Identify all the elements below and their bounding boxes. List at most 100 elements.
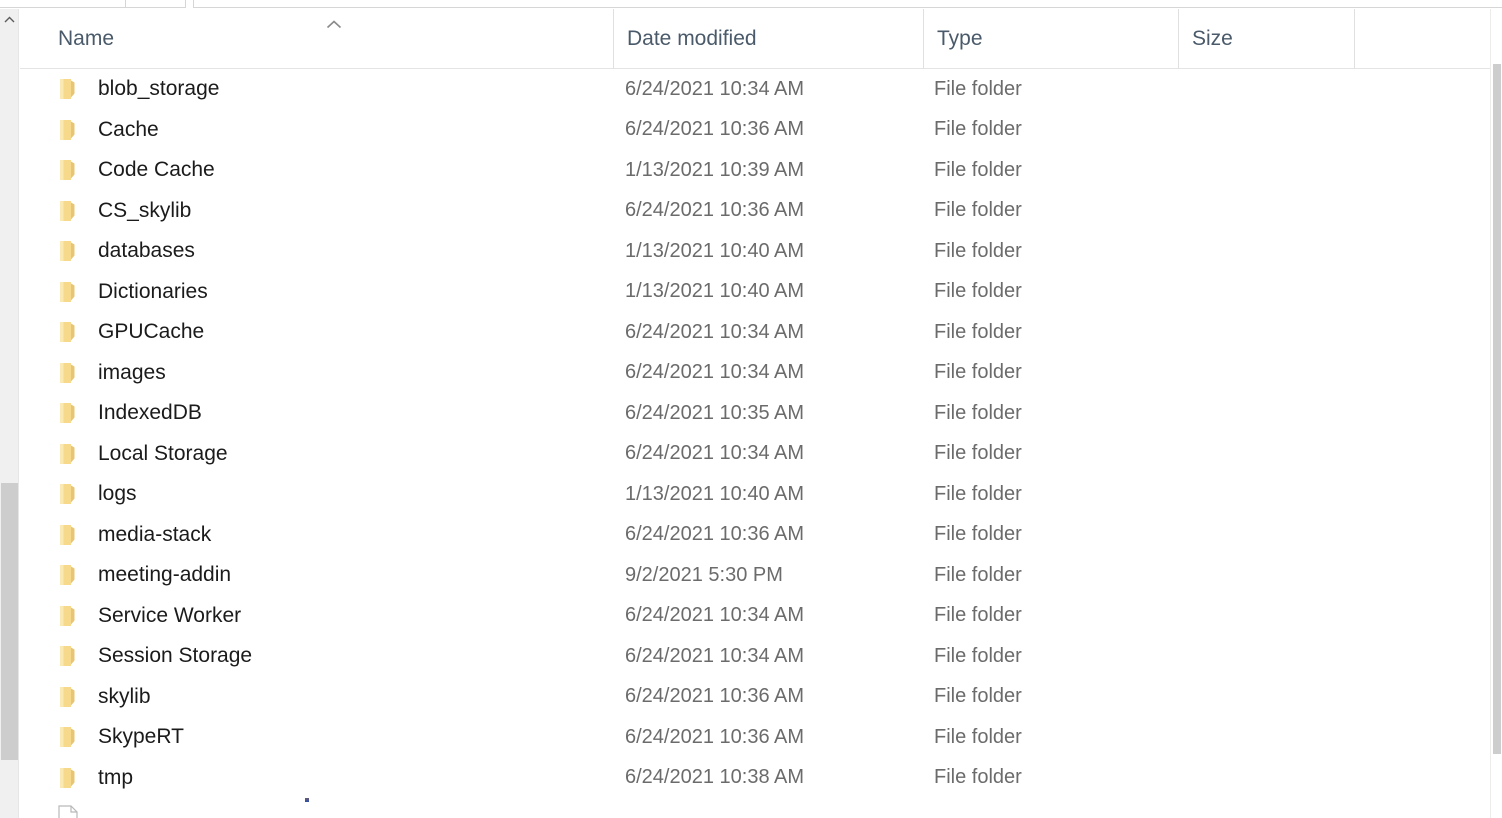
- file-name-cell[interactable]: SkypeRT: [58, 717, 618, 758]
- file-name-label: Local Storage: [98, 441, 228, 465]
- type-label: File folder: [934, 563, 1022, 586]
- folder-icon: [58, 766, 80, 790]
- table-row[interactable]: meeting-addin 9/2/2021 5:30 PM File folder: [20, 555, 1490, 596]
- type-label: File folder: [934, 199, 1022, 222]
- type-label: File folder: [934, 401, 1022, 424]
- file-name-cell[interactable]: Cache: [58, 110, 618, 151]
- table-row[interactable]: blob_storage 6/24/2021 10:34 AM File folde…: [20, 69, 1490, 110]
- table-row[interactable]: media-stack 6/24/2021 10:36 AM File folder: [20, 515, 1490, 556]
- file-name-cell[interactable]: meeting-addin: [58, 555, 618, 596]
- file-name-cell[interactable]: tmp: [58, 758, 618, 799]
- date-modified-label: 6/24/2021 10:34 AM: [625, 77, 805, 100]
- column-header-type[interactable]: Type: [923, 9, 1175, 69]
- file-name-cell[interactable]: Local Storage: [58, 434, 618, 475]
- date-modified-label: 6/24/2021 10:34 AM: [625, 320, 805, 343]
- folder-icon: [58, 118, 80, 142]
- file-name-label: blob_storage: [98, 77, 220, 101]
- date-modified-cell: 6/24/2021 10:36 AM: [625, 110, 925, 151]
- file-name-label: logs: [98, 482, 137, 506]
- column-header-date-modified[interactable]: Date modified: [613, 9, 920, 69]
- toolbar-segment-2[interactable]: [125, 0, 186, 8]
- column-header-name-label: Name: [58, 27, 115, 50]
- folder-icon: [58, 482, 80, 506]
- file-name-label: Service Worker: [98, 603, 242, 627]
- date-modified-cell: 6/24/2021 10:34 AM: [625, 596, 925, 637]
- date-modified-cell: 6/24/2021 10:38 AM: [625, 758, 925, 799]
- date-modified-label: 6/24/2021 10:36 AM: [625, 685, 805, 708]
- size-cell: [1190, 353, 1350, 394]
- file-name-cell[interactable]: images: [58, 353, 618, 394]
- file-name-label: CS_skylib: [98, 198, 192, 222]
- date-modified-cell: 6/24/2021 10:36 AM: [625, 515, 925, 556]
- date-modified-cell: 6/24/2021 10:34 AM: [625, 69, 925, 110]
- date-modified-cell: 1/13/2021 10:40 AM: [625, 231, 925, 272]
- size-cell: [1190, 312, 1350, 353]
- column-header-size-label: Size: [1192, 27, 1233, 50]
- table-row[interactable]: logs 1/13/2021 10:40 AM File folder: [20, 474, 1490, 515]
- column-header-size[interactable]: Size: [1178, 9, 1350, 69]
- file-name-cell[interactable]: Code Cache: [58, 150, 618, 191]
- file-name-cell[interactable]: databases: [58, 231, 618, 272]
- date-modified-cell: 6/24/2021 10:36 AM: [625, 677, 925, 718]
- file-name-cell[interactable]: blob_storage: [58, 69, 618, 110]
- table-row[interactable]: images 6/24/2021 10:34 AM File folder: [20, 353, 1490, 394]
- navigation-pane-scrollbar-thumb[interactable]: [1, 483, 18, 760]
- date-modified-label: 6/24/2021 10:36 AM: [625, 199, 805, 222]
- table-row[interactable]: CS_skylib 6/24/2021 10:36 AM File folder: [20, 191, 1490, 232]
- folder-icon: [58, 77, 80, 101]
- file-name-label: media-stack: [98, 522, 212, 546]
- navigation-pane-scrollbar[interactable]: [0, 9, 19, 818]
- table-row[interactable]: Session Storage 6/24/2021 10:34 AM File fo…: [20, 636, 1490, 677]
- file-name-cell[interactable]: Session Storage: [58, 636, 618, 677]
- file-list-scrollbar[interactable]: [1490, 9, 1502, 818]
- table-row[interactable]: Local Storage 6/24/2021 10:34 AM File fold…: [20, 434, 1490, 475]
- date-modified-label: 6/24/2021 10:35 AM: [625, 401, 805, 424]
- file-name-label: images: [98, 360, 166, 384]
- date-modified-cell: 1/13/2021 10:40 AM: [625, 474, 925, 515]
- date-modified-label: 1/13/2021 10:39 AM: [625, 158, 805, 181]
- type-label: File folder: [934, 644, 1022, 667]
- size-cell: [1190, 758, 1350, 799]
- size-cell: [1190, 110, 1350, 151]
- table-row[interactable]: databases 1/13/2021 10:40 AM File folder: [20, 231, 1490, 272]
- file-name-cell[interactable]: skylib: [58, 677, 618, 718]
- table-row[interactable]: Dictionaries 1/13/2021 10:40 AM File folde…: [20, 272, 1490, 313]
- size-cell: [1190, 596, 1350, 637]
- address-bar-segment[interactable]: [193, 0, 1502, 8]
- file-name-cell[interactable]: Service Worker: [58, 596, 618, 637]
- chevron-up-icon[interactable]: [0, 9, 19, 29]
- type-label: File folder: [934, 685, 1022, 708]
- table-row[interactable]: skylib 6/24/2021 10:36 AM File folder: [20, 677, 1490, 718]
- file-name-label: skylib: [98, 684, 151, 708]
- file-name-label: meeting-addin: [98, 563, 232, 587]
- file-name-cell[interactable]: logs: [58, 474, 618, 515]
- file-name-cell[interactable]: Dictionaries: [58, 272, 618, 313]
- file-name-label: Cache: [98, 117, 159, 141]
- type-cell: File folder: [934, 474, 1174, 515]
- file-name-cell[interactable]: GPUCache: [58, 312, 618, 353]
- date-modified-label: 6/24/2021 10:34 AM: [625, 361, 805, 384]
- partial-file-row[interactable]: [20, 798, 1490, 818]
- table-row[interactable]: IndexedDB 6/24/2021 10:35 AM File folder: [20, 393, 1490, 434]
- folder-icon: [58, 320, 80, 344]
- toolbar-segment-1[interactable]: [0, 0, 126, 8]
- file-list-scrollbar-thumb[interactable]: [1493, 64, 1501, 754]
- table-row[interactable]: Code Cache 1/13/2021 10:39 AM File folder: [20, 150, 1490, 191]
- date-modified-cell: 6/24/2021 10:36 AM: [625, 717, 925, 758]
- size-cell: [1190, 515, 1350, 556]
- table-row[interactable]: GPUCache 6/24/2021 10:34 AM File folder: [20, 312, 1490, 353]
- file-name-cell[interactable]: media-stack: [58, 515, 618, 556]
- table-row[interactable]: tmp 6/24/2021 10:38 AM File folder: [20, 758, 1490, 799]
- size-cell: [1190, 191, 1350, 232]
- folder-icon: [58, 199, 80, 223]
- type-label: File folder: [934, 158, 1022, 181]
- table-row[interactable]: SkypeRT 6/24/2021 10:36 AM File folder: [20, 717, 1490, 758]
- type-cell: File folder: [934, 312, 1174, 353]
- file-name-label: databases: [98, 239, 195, 263]
- file-name-cell[interactable]: IndexedDB: [58, 393, 618, 434]
- date-modified-cell: 1/13/2021 10:40 AM: [625, 272, 925, 313]
- type-label: File folder: [934, 280, 1022, 303]
- file-name-cell[interactable]: CS_skylib: [58, 191, 618, 232]
- table-row[interactable]: Cache 6/24/2021 10:36 AM File folder: [20, 110, 1490, 151]
- table-row[interactable]: Service Worker 6/24/2021 10:34 AM File fol…: [20, 596, 1490, 637]
